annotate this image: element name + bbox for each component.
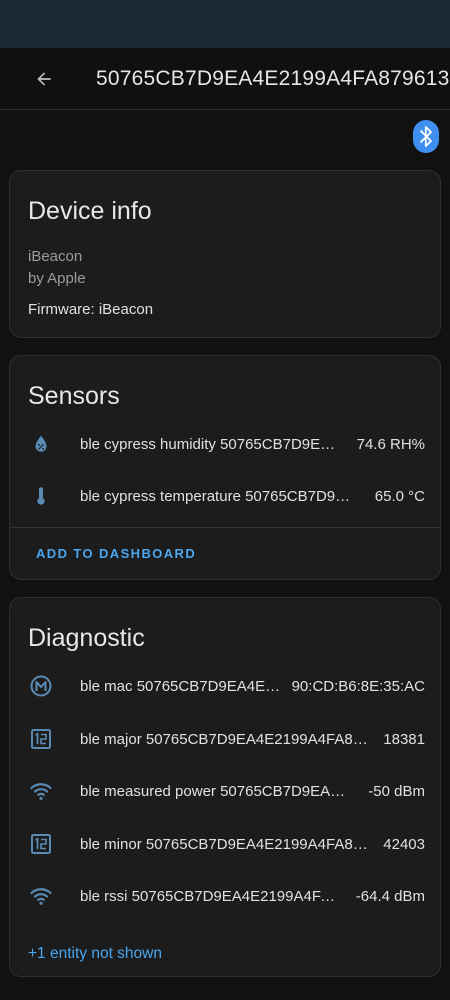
device-info-title: Device info xyxy=(28,197,152,225)
numeric-icon xyxy=(29,727,53,751)
device-info-card: Device info iBeacon by Apple Firmware: i… xyxy=(9,170,441,338)
status-bar xyxy=(0,0,450,48)
entity-value: -64.4 dBm xyxy=(355,887,425,905)
wifi-icon xyxy=(29,884,53,908)
water-percent-icon xyxy=(29,432,53,456)
diagnostic-card: Diagnostic ble mac 50765CB7D9EA4E2199A4F… xyxy=(9,597,441,977)
mac-address-icon xyxy=(29,674,53,698)
card-divider xyxy=(10,527,440,528)
diagnostic-row-major[interactable]: ble major 50765CB7D9EA4E2199A4FA879613 1… xyxy=(10,717,440,761)
app-bar: 50765CB7D9EA4E2199A4FA879613 xyxy=(0,48,450,110)
sensor-row-humidity[interactable]: ble cypress humidity 50765CB7D9EA4E2199A… xyxy=(10,422,440,466)
entity-value: 18381 xyxy=(383,730,425,748)
sensors-card: Sensors ble cypress humidity 50765CB7D9E… xyxy=(9,355,441,580)
diagnostic-row-minor[interactable]: ble minor 50765CB7D9EA4E2199A4FA879613 4… xyxy=(10,822,440,866)
add-to-dashboard-button[interactable]: ADD TO DASHBOARD xyxy=(36,546,196,561)
page-title: 50765CB7D9EA4E2199A4FA879613 xyxy=(96,66,450,90)
thermometer-icon xyxy=(29,484,53,508)
sensor-row-temperature[interactable]: ble cypress temperature 50765CB7D9EA4E21… xyxy=(10,474,440,518)
entity-name: ble measured power 50765CB7D9EA4E2199A4F… xyxy=(80,782,353,800)
device-model: iBeacon xyxy=(28,248,83,265)
numeric-icon xyxy=(29,832,53,856)
entity-name: ble rssi 50765CB7D9EA4E2199A4FA879613 xyxy=(80,887,344,905)
entity-value: 42403 xyxy=(383,835,425,853)
entity-name: ble major 50765CB7D9EA4E2199A4FA879613 xyxy=(80,730,373,748)
diagnostic-row-measured-power[interactable]: ble measured power 50765CB7D9EA4E2199A4F… xyxy=(10,769,440,813)
entity-value: -50 dBm xyxy=(368,782,425,800)
entity-value: 90:CD:B6:8E:35:AC xyxy=(291,677,425,695)
diagnostic-row-mac[interactable]: ble mac 50765CB7D9EA4E2199A4FA879613 90:… xyxy=(10,664,440,708)
diagnostic-title: Diagnostic xyxy=(28,624,145,652)
diagnostic-row-rssi[interactable]: ble rssi 50765CB7D9EA4E2199A4FA879613 -6… xyxy=(10,874,440,918)
entity-name: ble minor 50765CB7D9EA4E2199A4FA879613 xyxy=(80,835,372,853)
sensors-title: Sensors xyxy=(28,382,120,410)
entity-value: 74.6 RH% xyxy=(356,435,425,453)
arrow-left-icon xyxy=(37,71,51,86)
back-button[interactable] xyxy=(22,57,66,101)
entity-value: 65.0 °C xyxy=(374,487,425,505)
entity-name: ble mac 50765CB7D9EA4E2199A4FA879613 xyxy=(80,677,285,695)
device-manufacturer: by Apple xyxy=(28,270,86,287)
entity-name: ble cypress humidity 50765CB7D9EA4E2199A… xyxy=(80,435,343,453)
bluetooth-icon[interactable] xyxy=(413,120,439,153)
entity-name: ble cypress temperature 50765CB7D9EA4E21… xyxy=(80,487,358,505)
wifi-icon xyxy=(29,779,53,803)
device-firmware: Firmware: iBeacon xyxy=(28,301,154,318)
hidden-entities-link[interactable]: +1 entity not shown xyxy=(28,945,162,963)
